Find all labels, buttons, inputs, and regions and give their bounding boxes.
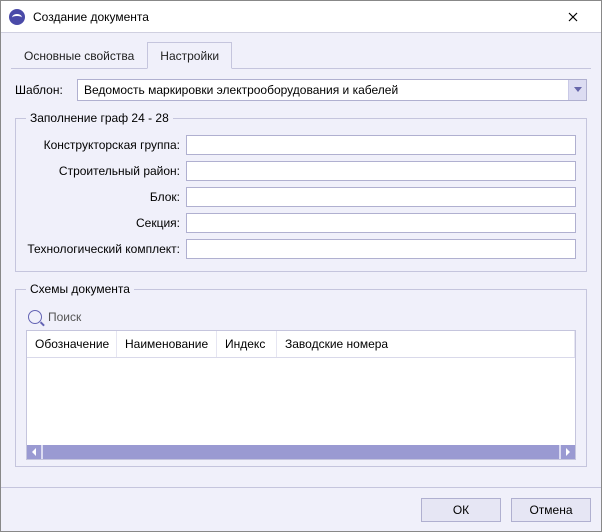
input-build-region[interactable] [186,161,576,181]
schemas-grid: Обозначение Наименование Индекс Заводски… [26,330,576,460]
input-block[interactable] [186,187,576,207]
tab-main-properties[interactable]: Основные свойства [11,42,147,69]
dialog-window: Создание документа Основные свойства Нас… [0,0,602,532]
group-fill-columns: Заполнение граф 24 - 28 Конструкторская … [15,111,587,272]
row-tech-kit: Технологический комплект: [26,239,576,259]
tab-bar: Основные свойства Настройки [11,41,591,69]
grid-header: Обозначение Наименование Индекс Заводски… [27,331,575,358]
search-icon [28,310,42,324]
scroll-right-button[interactable] [561,445,575,459]
titlebar: Создание документа [1,1,601,33]
cancel-button[interactable]: Отмена [511,498,591,522]
template-row: Шаблон: Ведомость маркировки электрообор… [15,79,587,101]
ok-button[interactable]: ОК [421,498,501,522]
search-placeholder: Поиск [48,310,81,324]
row-section: Секция: [26,213,576,233]
chevron-right-icon [565,448,571,456]
template-dropdown-button[interactable] [568,80,586,100]
template-combobox[interactable]: Ведомость маркировки электрооборудования… [77,79,587,101]
app-icon [9,9,25,25]
horizontal-scrollbar[interactable] [27,445,575,459]
scroll-track[interactable] [43,445,559,459]
close-icon [568,12,578,22]
footer: ОК Отмена [1,487,601,531]
tab-settings[interactable]: Настройки [147,42,232,69]
label-designer-group: Конструкторская группа: [26,138,186,152]
input-designer-group[interactable] [186,135,576,155]
group-fill-legend: Заполнение граф 24 - 28 [26,111,173,125]
label-block: Блок: [26,190,186,204]
row-build-region: Строительный район: [26,161,576,181]
template-value: Ведомость маркировки электрооборудования… [78,80,568,100]
input-tech-kit[interactable] [186,239,576,259]
doc-schemas-legend: Схемы документа [26,282,134,296]
grid-body [27,358,575,445]
window-title: Создание документа [33,10,553,24]
row-block: Блок: [26,187,576,207]
chevron-down-icon [574,87,582,93]
input-section[interactable] [186,213,576,233]
col-designation[interactable]: Обозначение [27,331,117,357]
tab-content: Шаблон: Ведомость маркировки электрообор… [11,69,591,477]
label-section: Секция: [26,216,186,230]
col-index[interactable]: Индекс [217,331,277,357]
row-designer-group: Конструкторская группа: [26,135,576,155]
template-label: Шаблон: [15,83,77,97]
group-doc-schemas: Схемы документа Поиск Обозначение Наимен… [15,282,587,467]
close-button[interactable] [553,1,593,32]
scroll-left-button[interactable] [27,445,41,459]
search-row[interactable]: Поиск [26,306,576,330]
col-serials[interactable]: Заводские номера [277,331,575,357]
col-name[interactable]: Наименование [117,331,217,357]
chevron-left-icon [31,448,37,456]
label-tech-kit: Технологический комплект: [26,242,186,256]
dialog-body: Основные свойства Настройки Шаблон: Ведо… [1,33,601,487]
label-build-region: Строительный район: [26,164,186,178]
